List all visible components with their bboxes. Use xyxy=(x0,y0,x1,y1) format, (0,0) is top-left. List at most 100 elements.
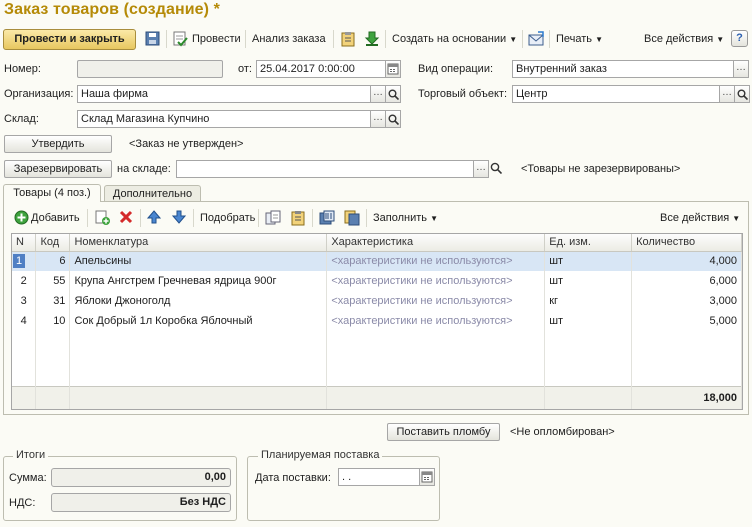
print-menu[interactable]: Печать ▼ xyxy=(556,33,603,45)
dropdown-arrow-icon: ▼ xyxy=(732,214,741,223)
fill-menu[interactable]: Заполнить ▼ xyxy=(373,212,438,224)
warehouse-select-button[interactable]: … xyxy=(370,110,386,128)
post-button[interactable]: Провести xyxy=(192,33,241,45)
row-unit[interactable]: кг xyxy=(544,291,633,311)
row-quantity[interactable]: 5,000 xyxy=(631,311,742,331)
reserve-warehouse-field[interactable] xyxy=(176,160,474,178)
table-all-actions-menu[interactable]: Все действия ▼ xyxy=(660,212,740,224)
planned-delivery-group xyxy=(247,456,440,521)
table-row[interactable]: 3 31 Яблоки Джоноголд <характеристики не… xyxy=(12,291,742,311)
move-up-icon[interactable] xyxy=(146,210,162,227)
row-characteristic[interactable]: <характеристики не используются> xyxy=(326,311,546,331)
col-header-n[interactable]: N xyxy=(12,234,37,252)
row-number: 4 xyxy=(12,311,37,331)
create-based-on-menu[interactable]: Создать на основании ▼ xyxy=(392,33,517,45)
warehouse-field[interactable]: Склад Магазина Купчино xyxy=(77,110,371,128)
all-actions-label: Все действия xyxy=(644,33,714,45)
row-quantity[interactable]: 4,000 xyxy=(631,251,742,271)
sum-label: Сумма: xyxy=(9,472,47,484)
organization-search-icon[interactable] xyxy=(385,85,401,103)
delivery-date-field[interactable]: . . xyxy=(338,468,420,486)
row-code: 55 xyxy=(35,271,71,291)
number-label: Номер: xyxy=(4,63,41,75)
col-header-characteristic[interactable]: Характеристика xyxy=(326,234,546,252)
row-number: 1 xyxy=(12,251,37,271)
calendar-icon[interactable] xyxy=(385,60,401,78)
toolbar-separator xyxy=(258,209,259,227)
add-row-button[interactable]: Добавить xyxy=(31,212,80,224)
vat-field: Без НДС xyxy=(51,493,231,512)
row-code: 31 xyxy=(35,291,71,311)
reserve-button[interactable]: Зарезервировать xyxy=(4,160,112,178)
row-code: 6 xyxy=(35,251,71,271)
table-empty-area xyxy=(12,331,742,386)
clipboard-list-icon[interactable] xyxy=(290,210,306,229)
row-characteristic[interactable]: <характеристики не используются> xyxy=(326,251,546,271)
toolbar-separator xyxy=(166,30,167,48)
trade-object-field[interactable]: Центр xyxy=(512,85,720,103)
fill-documents-icon[interactable] xyxy=(344,210,360,229)
toolbar-separator xyxy=(549,30,550,48)
col-header-quantity[interactable]: Количество xyxy=(631,234,742,252)
delivery-calendar-icon[interactable] xyxy=(419,468,435,486)
row-quantity[interactable]: 3,000 xyxy=(631,291,742,311)
table-row[interactable]: 2 55 Крупа Ангстрем Гречневая ядрица 900… xyxy=(12,271,742,291)
approve-button[interactable]: Утвердить xyxy=(4,135,112,153)
table-row[interactable]: 1 6 Апельсины <характеристики не использ… xyxy=(12,251,742,271)
clipboard-icon[interactable] xyxy=(340,31,356,50)
row-quantity[interactable]: 6,000 xyxy=(631,271,742,291)
reserve-warehouse-search-icon[interactable] xyxy=(490,162,503,177)
row-nomenclature[interactable]: Апельсины xyxy=(69,251,328,271)
col-header-nomenclature[interactable]: Номенклатура xyxy=(69,234,328,252)
reserve-warehouse-select-button[interactable]: … xyxy=(473,160,489,178)
seal-button[interactable]: Поставить пломбу xyxy=(387,423,500,441)
help-button[interactable]: ? xyxy=(731,30,748,47)
planned-delivery-legend: Планируемая поставка xyxy=(258,449,383,461)
tab-goods[interactable]: Товары (4 поз.) xyxy=(3,184,101,202)
row-nomenclature[interactable]: Крупа Ангстрем Гречневая ядрица 900г xyxy=(69,271,328,291)
col-header-unit[interactable]: Ед. изм. xyxy=(544,234,633,252)
trade-object-search-icon[interactable] xyxy=(734,85,750,103)
operation-type-select-button[interactable]: … xyxy=(733,60,749,78)
organization-select-button[interactable]: … xyxy=(370,85,386,103)
row-characteristic[interactable]: <характеристики не используются> xyxy=(326,271,546,291)
table-row[interactable]: 4 10 Сок Добрый 1л Коробка Яблочный <хар… xyxy=(12,311,742,331)
row-characteristic[interactable]: <характеристики не используются> xyxy=(326,291,546,311)
date-field[interactable]: 25.04.2017 0:00:00 xyxy=(256,60,386,78)
toolbar-separator xyxy=(245,30,246,48)
trade-object-select-button[interactable]: … xyxy=(719,85,735,103)
email-icon[interactable] xyxy=(528,31,545,50)
row-code: 10 xyxy=(35,311,71,331)
copy-row-icon[interactable] xyxy=(95,210,111,229)
delete-icon[interactable] xyxy=(119,210,133,227)
row-unit[interactable]: шт xyxy=(544,311,633,331)
move-down-icon[interactable] xyxy=(171,210,187,227)
row-unit[interactable]: шт xyxy=(544,271,633,291)
window-title: Заказ товаров (создание) * xyxy=(4,1,220,18)
trade-object-label: Торговый объект: xyxy=(418,88,508,100)
toolbar-separator xyxy=(87,209,88,227)
row-nomenclature[interactable]: Сок Добрый 1л Коробка Яблочный xyxy=(69,311,328,331)
warehouse-search-icon[interactable] xyxy=(385,110,401,128)
post-and-close-button[interactable]: Провести и закрыть xyxy=(3,29,136,50)
all-actions-menu[interactable]: Все действия ▼ xyxy=(644,33,724,45)
post-icon[interactable] xyxy=(172,31,188,50)
reserve-status: <Товары не зарезервированы> xyxy=(521,163,681,175)
download-arrow-icon[interactable] xyxy=(364,31,380,50)
toolbar-separator xyxy=(366,209,367,227)
order-analysis-button[interactable]: Анализ заказа xyxy=(252,33,326,45)
col-header-code[interactable]: Код xyxy=(35,234,71,252)
operation-type-field[interactable]: Внутренний заказ xyxy=(512,60,734,78)
add-icon[interactable] xyxy=(14,210,29,228)
vat-label: НДС: xyxy=(9,497,36,509)
organization-field[interactable]: Наша фирма xyxy=(77,85,371,103)
select-items-button[interactable]: Подобрать xyxy=(200,212,255,224)
save-icon[interactable] xyxy=(145,31,160,49)
row-number: 2 xyxy=(12,271,37,291)
number-field[interactable] xyxy=(77,60,223,78)
row-nomenclature[interactable]: Яблоки Джоноголд xyxy=(69,291,328,311)
barcode-icon[interactable] xyxy=(319,210,335,229)
paste-icon[interactable] xyxy=(265,210,281,229)
row-unit[interactable]: шт xyxy=(544,251,633,271)
sum-field: 0,00 xyxy=(51,468,231,487)
